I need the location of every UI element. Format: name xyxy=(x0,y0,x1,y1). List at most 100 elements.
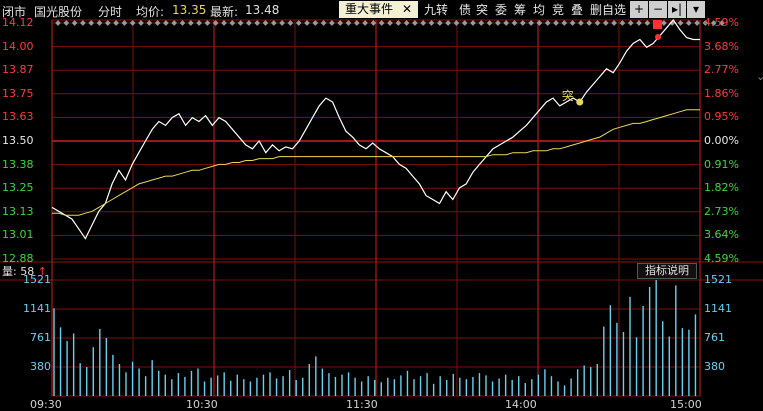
tool-chips[interactable]: 筹 xyxy=(514,0,526,20)
percent-tick: 4.59% xyxy=(704,16,739,29)
chevron-down-icon[interactable]: ▾ xyxy=(687,1,705,18)
percent-tick: 2.73% xyxy=(704,204,739,218)
event-dot xyxy=(412,20,418,26)
event-dot xyxy=(138,20,144,26)
volume-tick: 1141 xyxy=(704,302,732,315)
event-dot xyxy=(246,20,252,26)
event-dot xyxy=(544,20,551,26)
event-dot xyxy=(295,20,302,26)
event-dot xyxy=(602,20,609,26)
event-dot xyxy=(80,20,86,26)
event-dot xyxy=(569,20,576,26)
breakout-marker-icon xyxy=(576,98,584,106)
jump-end-button[interactable]: ▸| xyxy=(668,1,686,18)
avg-price-label: 均价: xyxy=(136,5,165,19)
event-dot xyxy=(229,20,236,26)
event-dot xyxy=(146,20,153,26)
event-dot xyxy=(428,20,435,26)
volume-tick: 761 xyxy=(30,331,51,344)
event-dot xyxy=(378,20,385,26)
event-dot xyxy=(279,20,285,26)
event-dot xyxy=(395,20,402,26)
event-dot xyxy=(519,20,526,26)
price-tick: 14.12 xyxy=(2,16,34,29)
time-label: 15:00 xyxy=(670,398,702,411)
last-price-value: 13.48 xyxy=(245,3,280,17)
event-dot xyxy=(63,20,70,26)
chart-mode: 分时 xyxy=(98,5,123,19)
alert-marker-icon xyxy=(655,34,661,40)
event-dot xyxy=(503,20,510,26)
breakout-marker-label: 突 xyxy=(562,88,574,103)
zoom-in-button[interactable]: + xyxy=(630,1,648,18)
event-dot xyxy=(495,20,501,26)
event-dot xyxy=(329,20,335,26)
event-dot xyxy=(528,20,534,26)
event-dot xyxy=(262,20,269,26)
event-dot xyxy=(121,20,128,26)
major-event-tab[interactable]: 重大事件 ✕ xyxy=(339,1,418,18)
tool-jiuzhuan[interactable]: 九转 xyxy=(424,0,448,20)
tool-auction[interactable]: 竞 xyxy=(552,0,564,20)
event-dot xyxy=(337,20,344,26)
tool-overlay[interactable]: 叠 xyxy=(571,0,583,20)
event-dot xyxy=(88,20,95,26)
event-dot xyxy=(611,20,617,26)
volume-tick: 1141 xyxy=(23,302,51,315)
side-scroll-hint: ⌄ xyxy=(756,70,763,83)
tool-bond[interactable]: 债 xyxy=(459,0,471,20)
close-icon[interactable]: ✕ xyxy=(402,1,412,18)
price-tick: 13.13 xyxy=(2,204,34,218)
percent-tick: 0.00% xyxy=(704,134,739,147)
event-dot xyxy=(287,20,294,26)
event-dot xyxy=(578,20,584,26)
event-dot xyxy=(461,20,468,26)
event-dot xyxy=(636,20,642,26)
event-dot xyxy=(478,20,485,26)
percent-tick: 1.86% xyxy=(704,86,739,100)
chart-canvas: 突 xyxy=(0,19,763,397)
volume-tick: 1521 xyxy=(704,273,732,286)
event-dot xyxy=(644,20,651,26)
price-tick: 13.25 xyxy=(2,181,34,195)
event-dot xyxy=(553,20,559,26)
volume-tick: 761 xyxy=(704,331,725,344)
price-tick: 13.50 xyxy=(2,134,34,147)
event-dot xyxy=(55,20,61,26)
event-dot xyxy=(436,20,443,26)
tool-remove-watchlist[interactable]: 删自选 xyxy=(590,0,626,20)
event-dot xyxy=(154,20,161,26)
event-dot xyxy=(187,20,194,26)
event-dot xyxy=(627,20,634,26)
event-dot xyxy=(453,20,460,26)
event-dot xyxy=(362,20,368,26)
stock-name[interactable]: 国光股份 xyxy=(34,3,82,20)
percent-tick: 3.64% xyxy=(704,228,739,242)
event-dot xyxy=(345,20,352,26)
event-dot xyxy=(594,20,601,26)
event-dot xyxy=(312,20,319,26)
last-price-label: 最新: xyxy=(210,5,239,19)
event-dot xyxy=(445,20,451,26)
percent-tick: 0.95% xyxy=(704,110,739,124)
event-dot xyxy=(420,20,427,26)
event-dot xyxy=(129,20,136,26)
price-tick: 13.38 xyxy=(2,157,34,171)
indicator-help-button[interactable]: 指标说明 xyxy=(637,263,697,279)
zoom-out-button[interactable]: − xyxy=(649,1,667,18)
tool-average[interactable]: 均 xyxy=(533,0,545,20)
event-dot xyxy=(694,20,700,26)
volume-tick: 1521 xyxy=(23,273,51,286)
volume-label: 量: xyxy=(2,265,17,278)
event-dot xyxy=(511,20,518,26)
event-dot xyxy=(270,20,277,26)
event-dot xyxy=(204,20,211,26)
tool-breakout[interactable]: 突 xyxy=(476,0,488,20)
percent-tick: 0.91% xyxy=(704,157,739,171)
time-label: 09:30 xyxy=(30,398,62,411)
event-dot xyxy=(387,20,393,26)
price-tick: 13.87 xyxy=(2,63,34,77)
event-dot xyxy=(237,20,244,26)
event-dot xyxy=(470,20,476,26)
tool-order[interactable]: 委 xyxy=(495,0,507,20)
